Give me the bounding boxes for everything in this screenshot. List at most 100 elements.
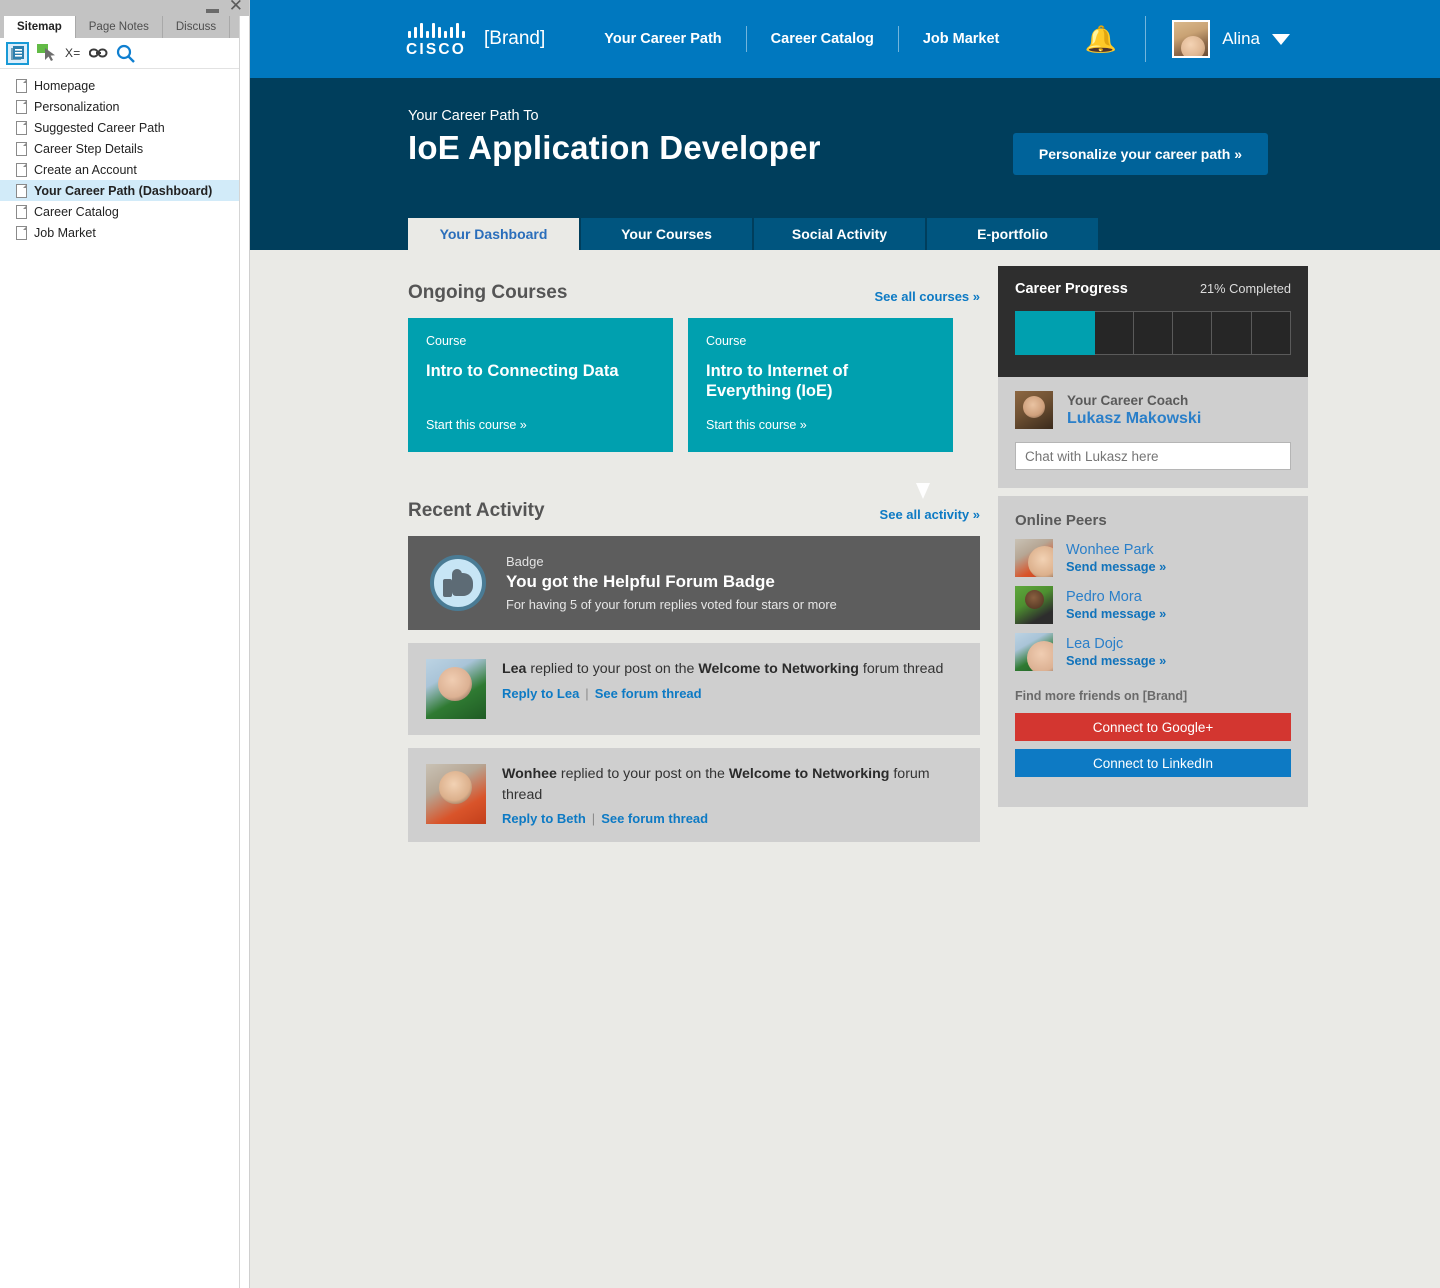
course-card[interactable]: Course Intro to Connecting Data Start th… [408, 318, 673, 452]
avatar [1015, 586, 1053, 624]
sitemap-item-your-career-path-dashboard[interactable]: Your Career Path (Dashboard) [0, 180, 249, 201]
bell-icon[interactable]: 🔔 [1085, 26, 1117, 52]
start-course-link[interactable]: Start this course » [426, 418, 527, 432]
send-message-link[interactable]: Send message » [1066, 606, 1166, 621]
avatar [1015, 539, 1053, 577]
career-progress-percent: 21% Completed [1199, 281, 1291, 296]
tab-discuss[interactable]: Discuss [162, 16, 231, 38]
see-all-activity-link[interactable]: See all activity » [880, 507, 980, 522]
send-message-link[interactable]: Send message » [1066, 559, 1166, 574]
nav-career-catalog[interactable]: Career Catalog [747, 31, 898, 47]
link-icon[interactable] [88, 47, 108, 59]
tab-label: Social Activity [791, 226, 888, 242]
sitemap-item-label: Career Catalog [34, 204, 119, 219]
nav-divider [1145, 16, 1147, 62]
tab-social-activity[interactable]: Social Activity [754, 218, 927, 250]
see-forum-thread-link[interactable]: See forum thread [595, 686, 702, 701]
recent-activity-section: Recent Activity See all activity » Badge… [408, 500, 980, 843]
avatar[interactable] [1172, 20, 1211, 58]
close-icon[interactable]: ✕ [229, 0, 243, 14]
tab-e-portfolio[interactable]: E-portfolio [927, 218, 1100, 250]
activity-links: Reply to Lea | See forum thread [502, 686, 943, 701]
sitemap-item-career-step-details[interactable]: Career Step Details [0, 138, 249, 159]
career-coach-name[interactable]: Lukasz Makowski [1067, 410, 1201, 428]
peer-list-item: Lea Dojc Send message » [1015, 633, 1291, 671]
chat-input[interactable] [1015, 442, 1291, 470]
personalize-career-path-button[interactable]: Personalize your career path » [1012, 133, 1268, 175]
activity-badge-item: Badge You got the Helpful Forum Badge Fo… [408, 536, 980, 630]
activity-thread-name: Welcome to Networking [698, 661, 859, 677]
page-icon [16, 99, 27, 114]
course-name: Intro to Internet of Everything (IoE) [706, 362, 849, 401]
activity-author: Wonhee [502, 766, 557, 782]
peer-name[interactable]: Lea Dojc [1066, 636, 1166, 652]
peer-list-item: Wonhee Park Send message » [1015, 539, 1291, 577]
peer-name[interactable]: Pedro Mora [1066, 589, 1166, 605]
progress-segment [1015, 311, 1056, 355]
variable-icon[interactable]: X= [65, 46, 81, 60]
peer-name[interactable]: Wonhee Park [1066, 542, 1166, 558]
online-peers-title: Online Peers [1015, 512, 1107, 529]
avatar [426, 659, 486, 719]
brand-label: [Brand] [484, 28, 546, 49]
career-progress-bar [1015, 311, 1291, 355]
activity-text: Lea replied to your post on the Welcome … [502, 659, 943, 680]
page-icon [16, 225, 27, 240]
search-icon[interactable] [116, 44, 135, 63]
see-all-courses-link[interactable]: See all courses » [874, 289, 980, 304]
course-card[interactable]: Course Intro to Internet of Everything (… [688, 318, 953, 452]
user-name: Alina [1222, 29, 1260, 48]
ongoing-courses-list: Course Intro to Connecting Data Start th… [408, 318, 980, 452]
nav-job-market[interactable]: Job Market [899, 31, 1024, 47]
tab-page-notes[interactable]: Page Notes [75, 16, 163, 38]
see-forum-thread-link[interactable]: See forum thread [601, 811, 708, 826]
tab-your-dashboard[interactable]: Your Dashboard [408, 218, 581, 250]
sitemap-toolbar: X= [0, 38, 249, 69]
reply-link[interactable]: Reply to Beth [502, 811, 586, 826]
cisco-wordmark: CISCO [405, 40, 467, 58]
avatar [426, 764, 486, 824]
badge-subtitle: For having 5 of your forum replies voted… [506, 597, 837, 612]
sitemap-panel: ✕ Sitemap Page Notes Discuss X= Homepage… [0, 0, 250, 1288]
progress-segment [1133, 311, 1174, 355]
reply-link[interactable]: Reply to Lea [502, 686, 579, 701]
application-window: CISCO [Brand] Your Career Path Career Ca… [250, 0, 1440, 1288]
page-icon [16, 183, 27, 198]
progress-segment [1212, 311, 1252, 355]
global-nav-links: Your Career Path Career Catalog Job Mark… [580, 26, 1023, 52]
activity-links: Reply to Beth | See forum thread [502, 811, 962, 826]
ongoing-courses-header: Ongoing Courses See all courses » [408, 282, 980, 304]
sitemap-scrollbar[interactable] [239, 16, 249, 1288]
sitemap-item-create-an-account[interactable]: Create an Account [0, 159, 249, 180]
nav-your-career-path[interactable]: Your Career Path [580, 31, 745, 47]
sitemap-item-personalization[interactable]: Personalization [0, 96, 249, 117]
activity-text-end: forum thread [858, 661, 944, 677]
progress-segment [1173, 311, 1213, 355]
sitemap-item-suggested-career-path[interactable]: Suggested Career Path [0, 117, 249, 138]
tab-label: Your Courses [621, 226, 712, 242]
minimize-icon[interactable] [205, 9, 219, 13]
online-peers-panel: Online Peers Wonhee Park Send message » [998, 496, 1308, 807]
activity-item: Wonhee replied to your post on the Welco… [408, 748, 980, 843]
sitemap-list: Homepage Personalization Suggested Caree… [0, 69, 249, 243]
chevron-down-icon[interactable] [1272, 33, 1290, 45]
tab-sitemap[interactable]: Sitemap [4, 16, 76, 38]
page-icon [16, 162, 27, 177]
sitemap-item-job-market[interactable]: Job Market [0, 222, 249, 243]
cisco-logo-icon[interactable]: CISCO [398, 20, 474, 59]
tab-your-courses[interactable]: Your Courses [581, 218, 754, 250]
divider: | [585, 685, 589, 701]
sitemap-icon[interactable] [6, 41, 29, 65]
start-course-link[interactable]: Start this course » [706, 418, 807, 432]
sitemap-item-career-catalog[interactable]: Career Catalog [0, 201, 249, 222]
sitemap-item-label: Suggested Career Path [34, 120, 165, 135]
send-message-link[interactable]: Send message » [1066, 653, 1166, 668]
sitemap-item-homepage[interactable]: Homepage [0, 75, 249, 96]
connect-google-plus-button[interactable]: Connect to Google+ [1015, 713, 1291, 741]
find-more-friends-label: Find more friends on [Brand] [1015, 689, 1188, 703]
connect-linkedin-button[interactable]: Connect to LinkedIn [1015, 749, 1291, 777]
tab-page-notes-label: Page Notes [88, 21, 149, 33]
activity-author: Lea [502, 661, 527, 677]
cursor-icon[interactable] [37, 43, 57, 63]
recent-activity-header: Recent Activity See all activity » [408, 500, 980, 522]
